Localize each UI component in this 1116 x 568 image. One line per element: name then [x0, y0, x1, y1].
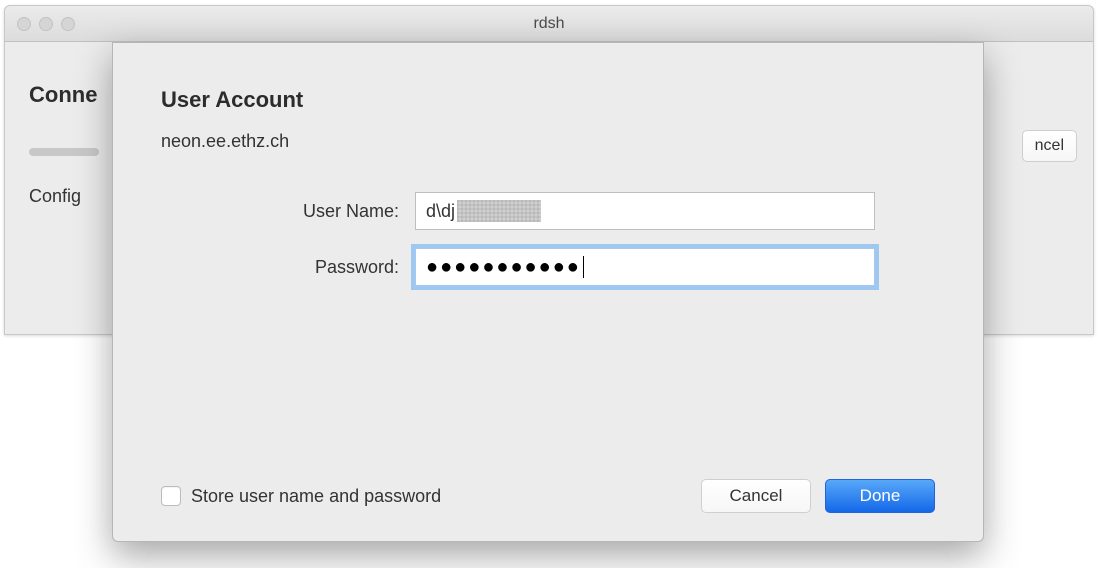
- dialog-buttons: Cancel Done: [701, 479, 935, 513]
- username-visible-text: d\dj: [426, 201, 455, 222]
- store-credentials-option[interactable]: Store user name and password: [161, 486, 441, 507]
- traffic-lights: [5, 17, 75, 31]
- username-input[interactable]: d\dj: [415, 192, 875, 230]
- done-button[interactable]: Done: [825, 479, 935, 513]
- dialog-host: neon.ee.ethz.ch: [161, 131, 935, 152]
- password-input-wrap: ●●●●●●●●●●●: [415, 248, 875, 286]
- username-value: d\dj: [426, 193, 864, 229]
- password-value: ●●●●●●●●●●●: [426, 249, 864, 285]
- password-row: Password: ●●●●●●●●●●●: [161, 248, 935, 286]
- dialog-title: User Account: [161, 87, 935, 113]
- username-row: User Name: d\dj: [161, 192, 935, 230]
- password-input[interactable]: ●●●●●●●●●●●: [415, 248, 875, 286]
- text-cursor: [583, 256, 585, 278]
- username-label: User Name:: [161, 201, 399, 222]
- close-window-button[interactable]: [17, 17, 31, 31]
- window-title: rdsh: [5, 15, 1093, 33]
- username-input-wrap: d\dj: [415, 192, 875, 230]
- titlebar: rdsh: [5, 6, 1093, 42]
- background-cancel-button[interactable]: ncel: [1022, 130, 1077, 162]
- minimize-window-button[interactable]: [39, 17, 53, 31]
- user-account-dialog: User Account neon.ee.ethz.ch User Name: …: [112, 42, 984, 542]
- username-obscured-portion: [457, 200, 541, 222]
- cancel-button[interactable]: Cancel: [701, 479, 811, 513]
- store-credentials-checkbox[interactable]: [161, 486, 181, 506]
- zoom-window-button[interactable]: [61, 17, 75, 31]
- dialog-footer: Store user name and password Cancel Done: [161, 479, 935, 513]
- progress-bar: [29, 148, 99, 156]
- credentials-form: User Name: d\dj Password: ●●●●●●●●●●●: [161, 192, 935, 304]
- password-label: Password:: [161, 257, 399, 278]
- store-credentials-label: Store user name and password: [191, 486, 441, 507]
